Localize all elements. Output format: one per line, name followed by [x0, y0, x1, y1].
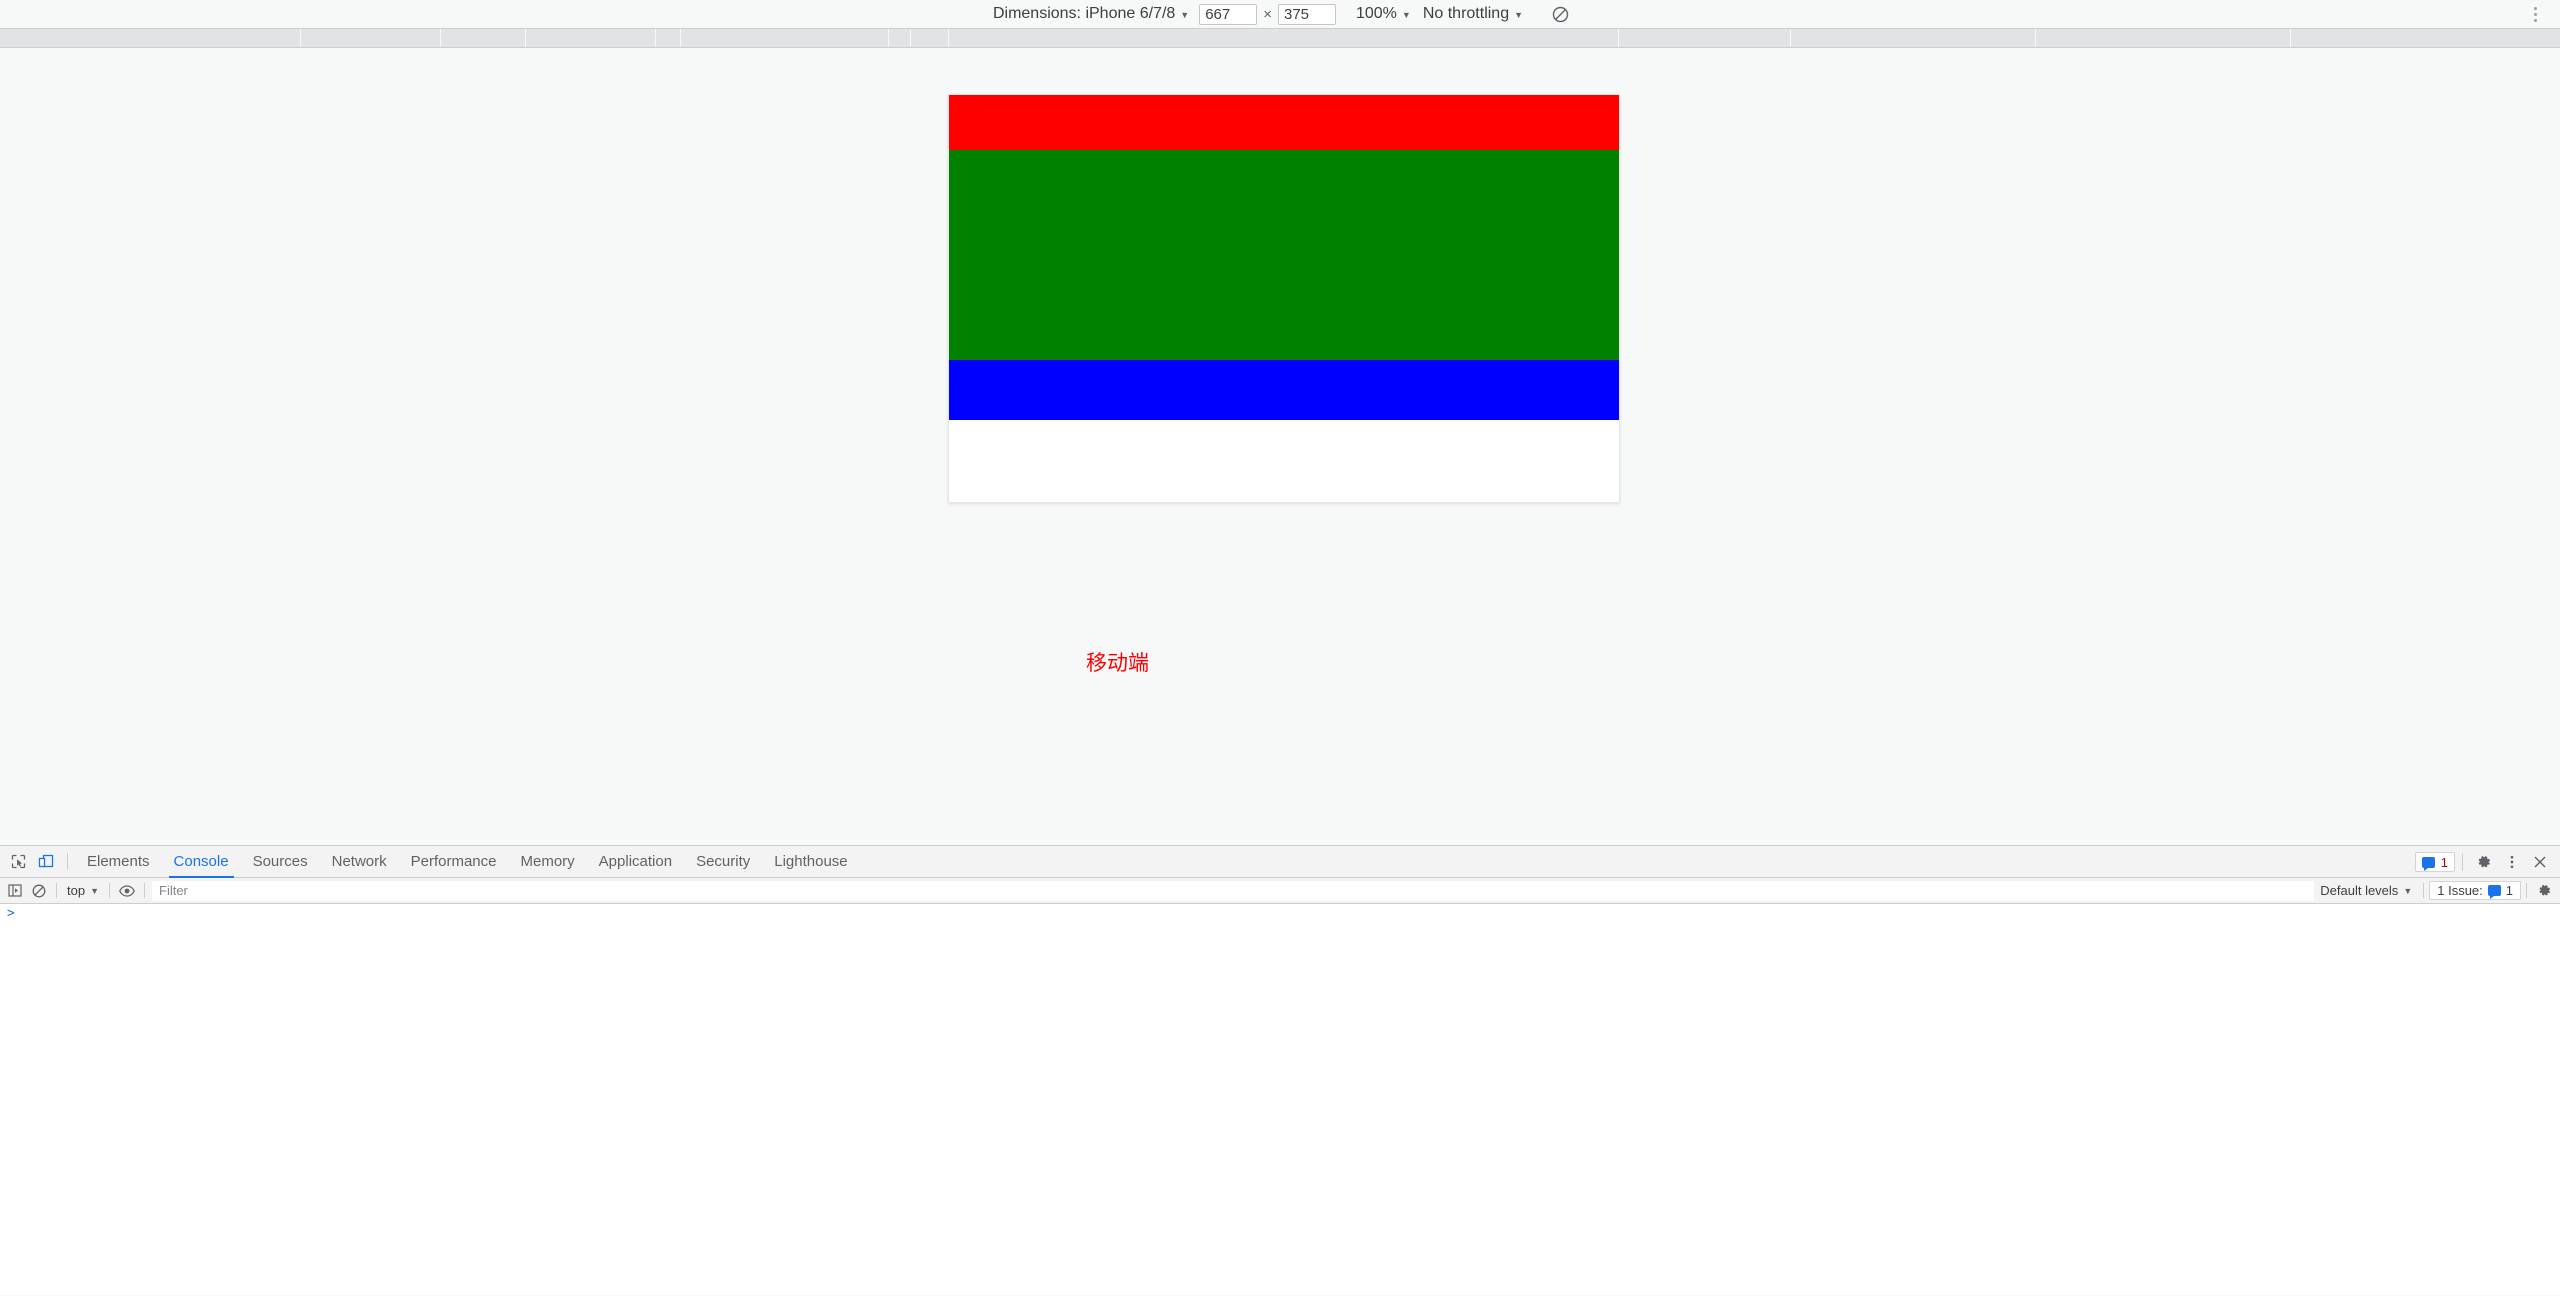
- device-preset-label: Dimensions: iPhone 6/7/8: [992, 5, 1176, 22]
- inspect-element-icon[interactable]: [4, 849, 32, 875]
- tab-console[interactable]: Console: [162, 846, 241, 878]
- mobile-caption-text: 移动端: [1086, 651, 1149, 675]
- issues-label: 1 Issue:: [2437, 883, 2483, 898]
- message-bubble-icon: [2487, 885, 2501, 899]
- live-expression-icon[interactable]: [115, 880, 139, 902]
- devtools-tab-list: Elements Console Sources Network Perform…: [75, 846, 860, 878]
- toolbar-divider: [144, 883, 145, 898]
- ruler-tick: [300, 29, 301, 47]
- devtools-tabbar: Elements Console Sources Network Perform…: [0, 846, 2560, 878]
- device-mode-toolbar: Dimensions: iPhone 6/7/8 ▼ × 100% ▼ No t…: [0, 0, 2560, 29]
- ruler-tick: [1618, 29, 1619, 47]
- device-toolbar-controls: Dimensions: iPhone 6/7/8 ▼ × 100% ▼ No t…: [987, 1, 1573, 27]
- console-prompt-row[interactable]: >: [0, 904, 2560, 925]
- toolbar-divider: [109, 883, 110, 898]
- tab-application[interactable]: Application: [587, 846, 684, 878]
- ruler-tick: [655, 29, 656, 47]
- toolbar-divider: [2526, 883, 2527, 898]
- tab-elements[interactable]: Elements: [75, 846, 162, 878]
- device-preset-dropdown[interactable]: Dimensions: iPhone 6/7/8 ▼: [987, 3, 1195, 25]
- issues-count-label: 1: [2505, 883, 2513, 898]
- ruler-tick: [2035, 29, 2036, 47]
- rendered-page-frame: [948, 94, 1620, 503]
- device-toolbar-icon[interactable]: [32, 849, 60, 875]
- red-bar: [949, 95, 1619, 150]
- execution-context-label: top: [67, 883, 86, 898]
- chevron-down-icon: ▼: [1514, 9, 1524, 20]
- throttling-label: No throttling: [1422, 5, 1510, 22]
- tab-lighthouse[interactable]: Lighthouse: [762, 846, 859, 878]
- log-levels-label: Default levels: [2320, 883, 2399, 898]
- ruler-tick: [1790, 29, 1791, 47]
- blue-bar: [949, 360, 1619, 420]
- chevron-down-icon: ▼: [1180, 9, 1190, 20]
- ruler-tick: [680, 29, 681, 47]
- toolbar-divider: [2423, 883, 2425, 898]
- zoom-dropdown[interactable]: 100% ▼: [1350, 3, 1417, 25]
- device-viewport-canvas: 移动端: [0, 48, 2560, 845]
- throttling-dropdown[interactable]: No throttling ▼: [1417, 3, 1529, 25]
- viewport-height-input[interactable]: [1277, 3, 1336, 25]
- viewport-ruler: [0, 29, 2560, 48]
- chevron-down-icon: ▼: [1401, 9, 1411, 20]
- tab-security[interactable]: Security: [684, 846, 762, 878]
- console-message-area[interactable]: >: [0, 904, 2560, 1295]
- toolbar-divider: [56, 883, 57, 898]
- ruler-tick: [910, 29, 911, 47]
- ruler-tick: [888, 29, 889, 47]
- kebab-menu-icon[interactable]: [2498, 849, 2526, 875]
- console-sidebar-icon[interactable]: [3, 880, 27, 902]
- toolbar-divider: [67, 853, 68, 870]
- issues-counter-button[interactable]: 1 Issue: 1: [2429, 881, 2521, 900]
- ruler-tick: [2290, 29, 2291, 47]
- kebab-menu-icon[interactable]: [2524, 3, 2546, 25]
- close-icon[interactable]: [2526, 849, 2554, 875]
- message-bubble-icon: [2421, 856, 2435, 871]
- execution-context-dropdown[interactable]: top ▼: [62, 882, 104, 899]
- tab-memory[interactable]: Memory: [509, 846, 587, 878]
- clear-console-icon[interactable]: [27, 880, 51, 902]
- ruler-tick: [440, 29, 441, 47]
- gear-icon[interactable]: [2470, 849, 2498, 875]
- devtools-tabbar-actions: 1: [2414, 846, 2554, 878]
- toolbar-divider: [2462, 853, 2463, 871]
- viewport-width-input[interactable]: [1199, 3, 1258, 25]
- console-filter-input[interactable]: [152, 880, 2315, 901]
- tab-network[interactable]: Network: [320, 846, 399, 878]
- gear-icon[interactable]: [2532, 880, 2556, 902]
- console-prompt-caret: >: [7, 906, 15, 921]
- message-count-label: 1: [2440, 854, 2448, 870]
- console-toolbar-right: Default levels ▼ 1 Issue: 1: [2314, 880, 2560, 902]
- message-count-badge[interactable]: 1: [2414, 852, 2455, 872]
- devtools-panel: Elements Console Sources Network Perform…: [0, 845, 2560, 1295]
- rotate-icon[interactable]: [1547, 1, 1573, 27]
- tab-sources[interactable]: Sources: [241, 846, 320, 878]
- tab-performance[interactable]: Performance: [399, 846, 509, 878]
- log-levels-dropdown[interactable]: Default levels ▼: [2314, 882, 2418, 899]
- chevron-down-icon: ▼: [2403, 886, 2413, 896]
- chevron-down-icon: ▼: [90, 886, 99, 896]
- ruler-tick: [525, 29, 526, 47]
- console-filter-toolbar: top ▼ Default levels ▼ 1 Issue: 1: [0, 878, 2560, 904]
- dimension-multiply-symbol: ×: [1263, 5, 1272, 23]
- green-bar: [949, 150, 1619, 360]
- ruler-tick: [948, 29, 949, 47]
- zoom-label: 100%: [1355, 5, 1397, 22]
